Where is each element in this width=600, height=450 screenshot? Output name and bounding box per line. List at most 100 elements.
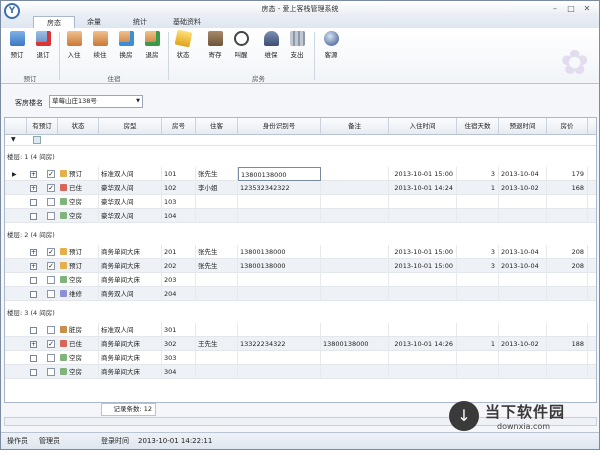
days-cell[interactable]: 1 [457,337,499,351]
id-cell[interactable] [238,365,321,379]
expand-icon[interactable] [30,199,37,206]
room-cell[interactable]: 101 [162,167,196,181]
status-button[interactable]: 状态 [172,29,194,59]
checkin-cell[interactable]: 2013-10-01 15:00 [389,259,457,273]
days-cell[interactable] [457,195,499,209]
has-reservation-checkbox[interactable]: ✓ [47,340,55,348]
checkin-cell[interactable]: 2013-10-01 14:26 [389,337,457,351]
room-cell[interactable]: 302 [162,337,196,351]
floor-group-header[interactable]: 楼层: 3 (4 间房) [7,307,55,317]
header-checkin-time[interactable]: 入住时间 [389,118,457,135]
days-cell[interactable] [457,365,499,379]
note-cell[interactable] [321,167,389,181]
room-cell[interactable]: 102 [162,181,196,195]
checkin-cell[interactable] [389,209,457,223]
note-cell[interactable] [321,287,389,301]
guest-cell[interactable]: 李小姐 [196,181,238,195]
expand-icon[interactable]: + [30,249,37,256]
floor-group-header[interactable]: 楼层: 1 (4 间房) [7,151,55,161]
header-checkout-time[interactable]: 预退时间 [499,118,547,135]
id-cell[interactable]: 13322234322 [238,337,321,351]
days-cell[interactable] [457,209,499,223]
room-cell[interactable]: 204 [162,287,196,301]
expand-icon[interactable] [30,369,37,376]
days-cell[interactable] [457,351,499,365]
id-cell[interactable] [238,323,321,337]
days-cell[interactable] [457,323,499,337]
table-row[interactable]: + ✓ 预订 商务单间大床 202 张先生 13800138000 2013-10-01 15… [5,259,596,273]
expand-icon[interactable] [30,213,37,220]
note-cell[interactable] [321,209,389,223]
id-cell[interactable] [238,351,321,365]
checkin-cell[interactable]: 2013-10-01 14:24 [389,181,457,195]
days-cell[interactable] [457,273,499,287]
checkin-cell[interactable] [389,323,457,337]
header-room-number[interactable]: 房号 [162,118,196,135]
room-cell[interactable]: 103 [162,195,196,209]
header-guest[interactable]: 住客 [196,118,238,135]
checkout-cell[interactable] [499,323,547,337]
table-row[interactable]: + ✓ 已住 商务单间大床 302 王先生 13322234322 13800138000 20… [5,337,596,351]
room-cell[interactable]: 304 [162,365,196,379]
has-reservation-checkbox[interactable] [47,326,55,334]
price-cell[interactable]: 208 [547,245,588,259]
checkin-cell[interactable] [389,351,457,365]
days-cell[interactable]: 1 [457,181,499,195]
id-cell[interactable] [238,195,321,209]
type-cell[interactable]: 商务单间大床 [99,259,162,273]
price-cell[interactable]: 168 [547,181,588,195]
type-cell[interactable]: 商务单间大床 [99,245,162,259]
price-cell[interactable]: 188 [547,337,588,351]
table-row[interactable]: 维修 商务双人间 204 [5,287,596,301]
checkin-cell[interactable] [389,365,457,379]
type-cell[interactable]: 商务单间大床 [99,351,162,365]
floor-group-header[interactable]: 楼层: 2 (4 间房) [7,229,55,239]
days-cell[interactable]: 3 [457,259,499,273]
checkout-cell[interactable]: 2013-10-04 [499,167,547,181]
has-reservation-checkbox[interactable]: ✓ [47,184,55,192]
note-cell[interactable] [321,351,389,365]
room-cell[interactable]: 303 [162,351,196,365]
guest-cell[interactable] [196,365,238,379]
room-cell[interactable]: 104 [162,209,196,223]
checkout-button[interactable]: 退房 [141,31,163,59]
expense-button[interactable]: 支出 [286,31,308,59]
checkout-cell[interactable] [499,365,547,379]
guest-cell[interactable] [196,209,238,223]
checkout-cell[interactable] [499,273,547,287]
table-row[interactable]: 空房 商务单间大床 303 [5,351,596,365]
room-cell[interactable]: 202 [162,259,196,273]
guest-cell[interactable]: 张先生 [196,245,238,259]
id-cell[interactable] [238,287,321,301]
building-select[interactable]: 草莓山庄138号 ▼ [49,95,143,108]
header-id-number[interactable]: 身份识别号 [238,118,321,135]
checkout-cell[interactable]: 2013-10-02 [499,337,547,351]
change-room-button[interactable]: 换房 [115,31,137,59]
has-reservation-checkbox[interactable] [47,212,55,220]
minimize-button[interactable]: – [548,3,562,14]
header-stay-days[interactable]: 住宿天数 [457,118,499,135]
days-cell[interactable]: 3 [457,167,499,181]
type-cell[interactable]: 豪华双人间 [99,195,162,209]
expand-icon[interactable] [30,355,37,362]
checkout-cell[interactable] [499,351,547,365]
guest-source-button[interactable]: 客源 [318,31,344,59]
note-cell[interactable] [321,273,389,287]
maximize-button[interactable]: □ [564,3,578,14]
room-cell[interactable]: 201 [162,245,196,259]
guest-cell[interactable] [196,323,238,337]
filter-checkbox[interactable] [33,136,41,144]
has-reservation-checkbox[interactable] [47,354,55,362]
checkin-button[interactable]: 入住 [63,31,85,59]
checkout-cell[interactable] [499,195,547,209]
note-cell[interactable] [321,181,389,195]
table-row[interactable]: + ✓ 预订 商务单间大床 201 张先生 13800138000 2013-10-01 15… [5,245,596,259]
wakeup-button[interactable]: 叫醒 [230,31,252,59]
price-cell[interactable] [547,287,588,301]
room-cell[interactable]: 301 [162,323,196,337]
has-reservation-checkbox[interactable]: ✓ [47,248,55,256]
has-reservation-checkbox[interactable] [47,276,55,284]
price-cell[interactable]: 208 [547,259,588,273]
guest-cell[interactable]: 王先生 [196,337,238,351]
table-row[interactable]: 空房 商务单间大床 304 [5,365,596,379]
